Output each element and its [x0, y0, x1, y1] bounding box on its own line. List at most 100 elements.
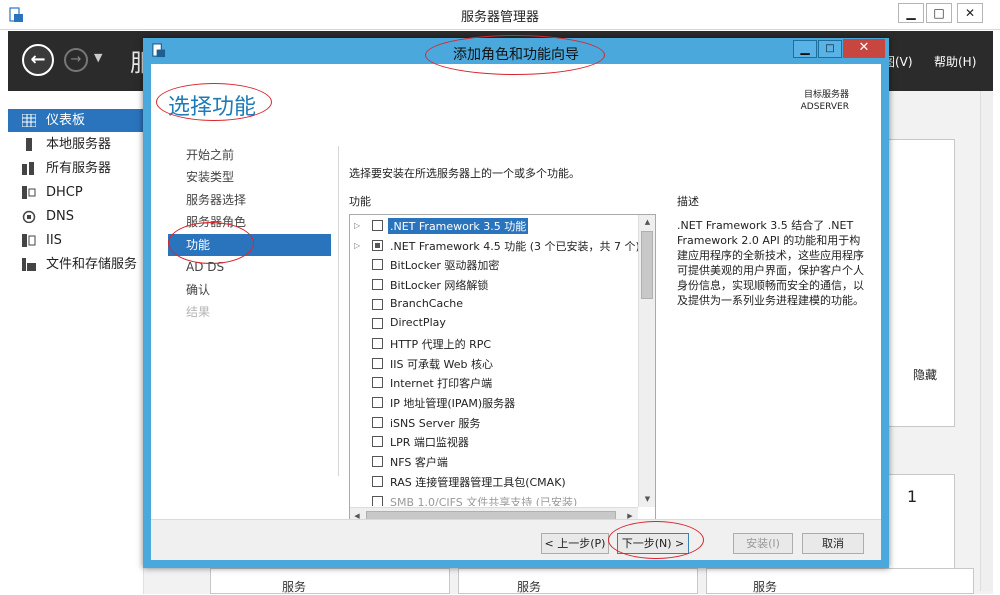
feature-row[interactable]: IIS 可承载 Web 核心 — [350, 354, 638, 374]
feature-row-net45[interactable]: ▷ .NET Framework 4.5 功能 (3 个已安装，共 7 个) — [350, 236, 638, 256]
feature-label[interactable]: iSNS Server 服务 — [390, 415, 480, 431]
feature-label[interactable]: HTTP 代理上的 RPC — [390, 336, 491, 352]
sidebar-item-label: 本地服务器 — [46, 137, 112, 152]
sidebar-item-label: DNS — [46, 209, 74, 224]
feature-checkbox[interactable] — [372, 456, 383, 467]
chevron-down-icon[interactable]: ▼ — [94, 51, 102, 64]
wizard-body: 选择功能 目标服务器 ADSERVER 开始之前 安装类型 服务器选择 服务器角… — [151, 64, 881, 560]
feature-checkbox[interactable] — [372, 318, 383, 329]
sidebar-item-local-server[interactable]: 本地服务器 — [8, 133, 144, 156]
sidebar-item-dns[interactable]: DNS — [8, 205, 144, 228]
feature-row[interactable]: Internet 打印客户端 — [350, 373, 638, 393]
feature-checkbox[interactable] — [372, 338, 383, 349]
expand-arrow-icon[interactable]: ▷ — [354, 241, 360, 250]
feature-label[interactable]: BitLocker 驱动器加密 — [390, 257, 499, 273]
feature-checkbox[interactable] — [372, 417, 383, 428]
feature-checkbox[interactable] — [372, 240, 383, 251]
sidebar-item-dashboard[interactable]: 仪表板 — [8, 109, 144, 132]
bottom-tile — [706, 568, 974, 594]
sidebar-item-label: 文件和存储服务 — [46, 257, 138, 272]
feature-row[interactable]: BitLocker 驱动器加密 — [350, 255, 638, 275]
hide-link[interactable]: 隐藏 — [913, 366, 937, 383]
feature-row[interactable]: RAS 连接管理器管理工具包(CMAK) — [350, 472, 638, 492]
maximize-button[interactable]: □ — [926, 3, 952, 23]
wizard-minimize-button[interactable]: ▁ — [793, 40, 817, 58]
feature-row[interactable]: SMB 1.0/CIFS 文件共享支持 (已安装) — [350, 492, 638, 506]
feature-label[interactable]: .NET Framework 4.5 功能 (3 个已安装，共 7 个) — [390, 238, 638, 254]
feature-label[interactable]: IIS 可承载 Web 核心 — [390, 356, 493, 372]
forward-arrow-icon[interactable]: → — [64, 48, 88, 72]
feature-row[interactable]: BitLocker 网络解锁 — [350, 275, 638, 295]
destination-server: 目标服务器 ADSERVER — [801, 89, 849, 113]
scroll-down-icon[interactable]: ▼ — [639, 492, 655, 506]
scroll-thumb[interactable] — [641, 231, 653, 299]
sidebar-item-file-storage[interactable]: 文件和存储服务 — [8, 253, 144, 276]
scroll-up-icon[interactable]: ▲ — [639, 215, 655, 229]
bottom-tile-label: 服务 — [517, 580, 542, 594]
bottom-tile — [210, 568, 450, 594]
destination-caption: 目标服务器 — [803, 90, 849, 100]
count-value: 1 — [907, 487, 918, 506]
close-button[interactable]: ✕ — [957, 3, 983, 23]
feature-row[interactable]: NFS 客户端 — [350, 452, 638, 472]
server-manager-titlebar: 服务器管理器 ▁ □ ✕ — [0, 0, 1000, 30]
feature-label[interactable]: BranchCache — [390, 297, 463, 310]
step-before-you-begin[interactable]: 开始之前 — [168, 144, 331, 166]
sidebar-item-iis[interactable]: IIS — [8, 229, 144, 252]
feature-label[interactable]: NFS 客户端 — [390, 454, 448, 470]
feature-row[interactable]: iSNS Server 服务 — [350, 413, 638, 433]
feature-label[interactable]: IP 地址管理(IPAM)服务器 — [390, 395, 515, 411]
feature-label[interactable]: SMB 1.0/CIFS 文件共享支持 (已安装) — [390, 494, 577, 506]
feature-label[interactable]: Internet 打印客户端 — [390, 375, 492, 391]
description-heading: 描述 — [677, 195, 699, 208]
back-arrow-icon[interactable]: ← — [22, 44, 54, 76]
feature-row[interactable]: HTTP 代理上的 RPC — [350, 334, 638, 354]
feature-checkbox[interactable] — [372, 436, 383, 447]
feature-label[interactable]: LPR 端口监视器 — [390, 434, 469, 450]
feature-label[interactable]: DirectPlay — [390, 316, 446, 329]
sidebar-item-label: IIS — [46, 233, 62, 248]
main-scrollbar[interactable] — [980, 91, 993, 591]
feature-label[interactable]: .NET Framework 3.5 功能 — [388, 218, 529, 234]
feature-label[interactable]: BitLocker 网络解锁 — [390, 277, 488, 293]
bottom-tile — [458, 568, 698, 594]
feature-row[interactable]: BranchCache — [350, 295, 638, 315]
feature-checkbox[interactable] — [372, 259, 383, 270]
feature-checkbox[interactable] — [372, 299, 383, 310]
feature-row[interactable]: IP 地址管理(IPAM)服务器 — [350, 393, 638, 413]
feature-checkbox[interactable] — [372, 397, 383, 408]
feature-label[interactable]: RAS 连接管理器管理工具包(CMAK) — [390, 474, 566, 490]
feature-checkbox[interactable] — [372, 220, 383, 231]
previous-button[interactable]: < 上一步(P) — [541, 533, 609, 554]
sidebar-item-label: 仪表板 — [46, 113, 86, 128]
annotation-circle — [608, 521, 704, 559]
install-button: 安装(I) — [733, 533, 793, 554]
expand-arrow-icon[interactable]: ▷ — [354, 221, 360, 230]
feature-checkbox[interactable] — [372, 377, 383, 388]
menu-help[interactable]: 帮助(H) — [934, 53, 976, 70]
feature-row-net35[interactable]: ▷ .NET Framework 3.5 功能 — [350, 216, 638, 236]
bottom-tile-label: 服务 — [282, 580, 307, 594]
feature-row[interactable]: LPR 端口监视器 — [350, 432, 638, 452]
content-divider — [338, 146, 339, 476]
sidebar-item-label: DHCP — [46, 185, 83, 200]
feature-row[interactable]: DirectPlay — [350, 314, 638, 334]
feature-checkbox[interactable] — [372, 476, 383, 487]
features-tree[interactable]: ▷ .NET Framework 3.5 功能 ▷ .NET Framework… — [349, 214, 656, 529]
tile-panel — [887, 139, 955, 427]
step-server-selection[interactable]: 服务器选择 — [168, 189, 331, 211]
annotation-circle — [156, 83, 272, 121]
feature-checkbox[interactable] — [372, 358, 383, 369]
features-vertical-scrollbar[interactable]: ▲ ▼ — [638, 215, 655, 507]
minimize-button[interactable]: ▁ — [898, 3, 924, 23]
wizard-maximize-button[interactable]: □ — [818, 40, 842, 58]
sidebar-item-dhcp[interactable]: DHCP — [8, 181, 144, 204]
sidebar-item-all-servers[interactable]: 所有服务器 — [8, 157, 144, 180]
step-installation-type[interactable]: 安装类型 — [168, 166, 331, 188]
wizard-close-button[interactable]: ✕ — [843, 39, 885, 58]
feature-checkbox[interactable] — [372, 496, 383, 506]
step-confirmation[interactable]: 确认 — [168, 279, 331, 301]
cancel-button[interactable]: 取消 — [802, 533, 864, 554]
annotation-circle — [425, 35, 605, 75]
feature-checkbox[interactable] — [372, 279, 383, 290]
